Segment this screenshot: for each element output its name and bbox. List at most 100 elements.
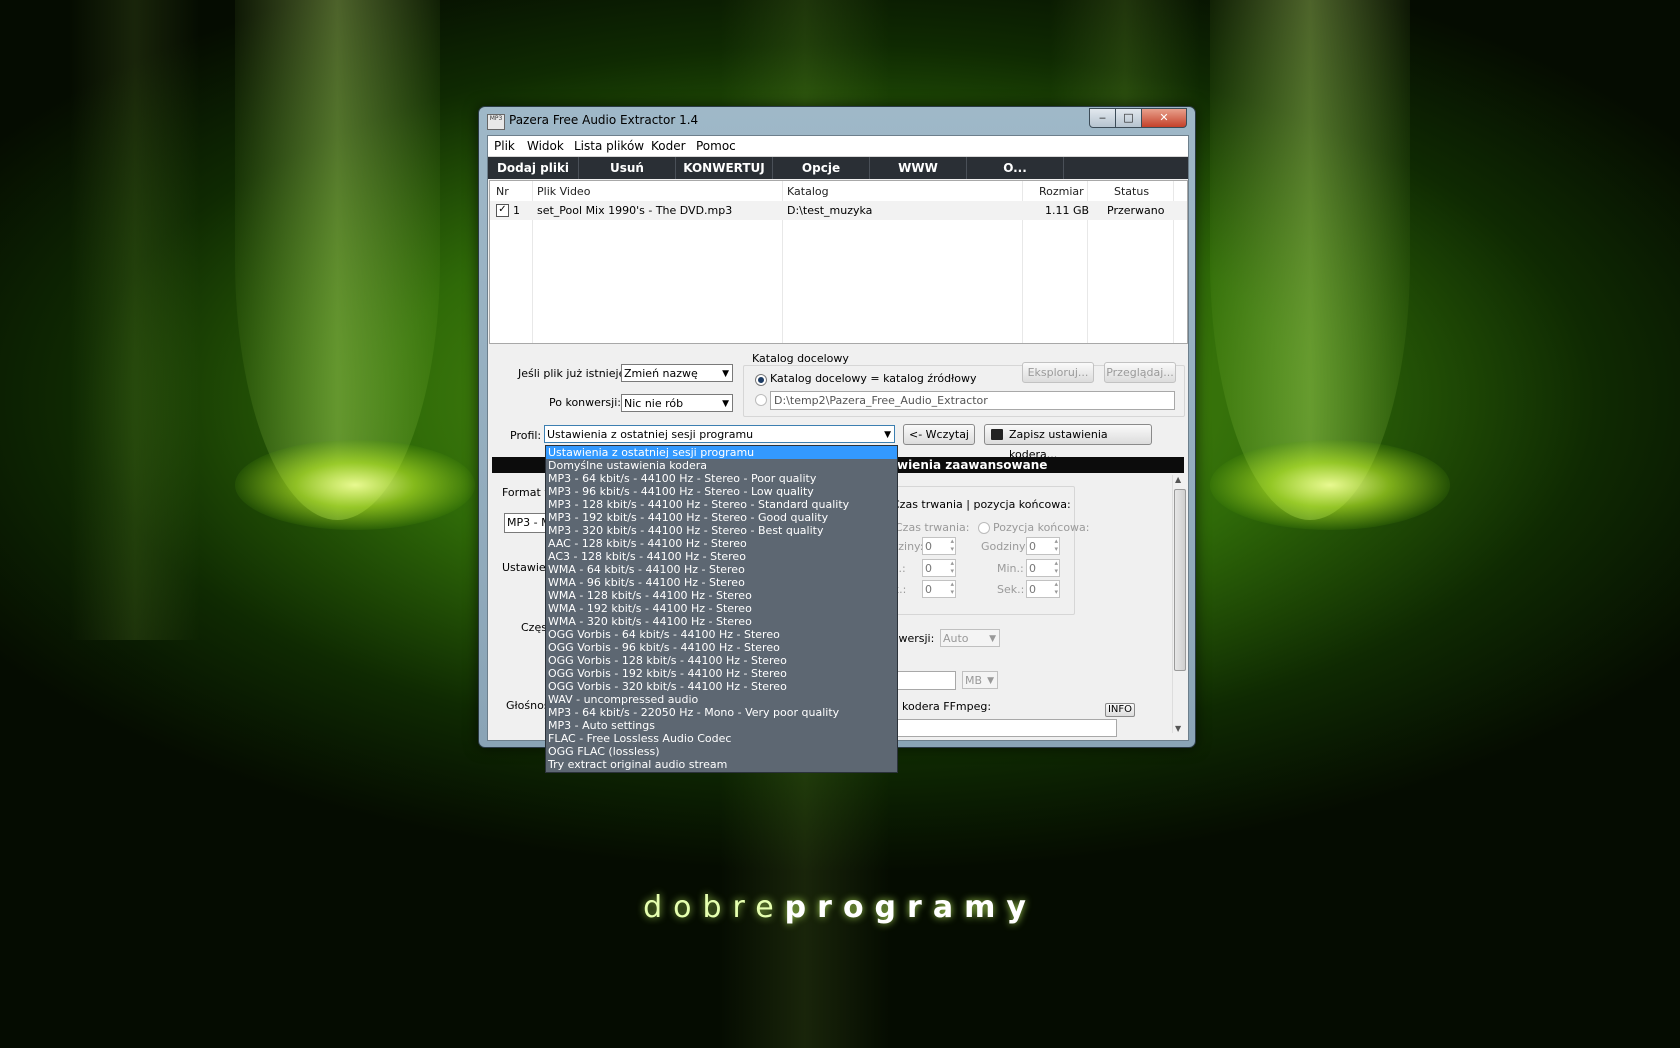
info-button[interactable]: INFO <box>1105 703 1135 717</box>
file-list[interactable]: Nr Plik Video Katalog Rozmiar Status ✓ 1… <box>489 180 1188 344</box>
list-item[interactable]: Domyślne ustawienia kodera <box>546 459 897 472</box>
chevron-down-icon: ▼ <box>722 369 729 379</box>
list-item[interactable]: MP3 - 192 kbit/s - 44100 Hz - Stereo - G… <box>546 511 897 524</box>
list-item[interactable]: WMA - 128 kbit/s - 44100 Hz - Stereo <box>546 589 897 602</box>
convert-button[interactable]: KONWERTUJ <box>676 157 773 179</box>
end-minutes-input[interactable]: 0 <box>1026 559 1060 577</box>
end-hours-input[interactable]: 0 <box>1026 537 1060 555</box>
profile-dropdown-list[interactable]: Ustawienia z ostatniej sesji programu Do… <box>545 445 898 773</box>
chevron-down-icon: ▼ <box>884 430 891 440</box>
row-status: Przerwano <box>1107 204 1165 217</box>
end-position-radio-label: Pozycja końcowa: <box>993 521 1090 534</box>
hours-label: Godziny: <box>981 540 1029 553</box>
list-item[interactable]: MP3 - 64 kbit/s - 44100 Hz - Stereo - Po… <box>546 472 897 485</box>
list-item[interactable]: MP3 - 96 kbit/s - 44100 Hz - Stereo - Lo… <box>546 485 897 498</box>
menu-pomoc[interactable]: Pomoc <box>696 139 736 153</box>
profile-select[interactable]: Ustawienia z ostatniej sesji programu ▼ <box>544 425 895 443</box>
menu-plik[interactable]: Plik <box>494 139 515 153</box>
floppy-disk-icon <box>991 429 1003 440</box>
save-encoder-settings-button[interactable]: Zapisz ustawienia kodera... <box>984 424 1152 461</box>
after-conversion-label: Po konwersji: <box>549 396 621 409</box>
conversion-select[interactable]: Auto ▼ <box>940 629 1000 647</box>
after-conversion-select[interactable]: Nic nie rób ▼ <box>621 394 733 412</box>
list-item[interactable]: MP3 - 320 kbit/s - 44100 Hz - Stereo - B… <box>546 524 897 537</box>
toolbar: Dodaj pliki Usuń KONWERTUJ Opcje WWW O..… <box>488 157 1188 179</box>
list-item[interactable]: FLAC - Free Lossless Audio Codec <box>546 732 897 745</box>
maximize-button[interactable]: □ <box>1115 108 1142 128</box>
scroll-up-icon[interactable]: ▲ <box>1175 475 1181 484</box>
list-item[interactable]: OGG Vorbis - 192 kbit/s - 44100 Hz - Ste… <box>546 667 897 680</box>
end-position-radio[interactable] <box>978 522 990 534</box>
background-glow <box>235 440 475 530</box>
file-list-header: Nr Plik Video Katalog Rozmiar Status <box>490 181 1187 202</box>
list-item[interactable]: OGG FLAC (lossless) <box>546 745 897 758</box>
frequency-label: Częs <box>521 621 547 634</box>
column-status[interactable]: Status <box>1114 185 1149 198</box>
column-nr[interactable]: Nr <box>496 185 509 198</box>
window-title: Pazera Free Audio Extractor 1.4 <box>509 113 699 127</box>
duration-minutes-input[interactable]: 0 <box>922 559 956 577</box>
add-files-button[interactable]: Dodaj pliki <box>488 157 579 179</box>
target-same-label: Katalog docelowy = katalog źródłowy <box>770 372 977 385</box>
list-item[interactable]: OGG Vorbis - 128 kbit/s - 44100 Hz - Ste… <box>546 654 897 667</box>
menu-koder[interactable]: Koder <box>651 139 686 153</box>
list-item[interactable]: OGG Vorbis - 96 kbit/s - 44100 Hz - Ster… <box>546 641 897 654</box>
duration-radio-label: Czas trwania: <box>895 521 970 534</box>
target-custom-radio[interactable] <box>755 394 767 406</box>
load-profile-button[interactable]: <- Wczytaj <box>903 424 975 445</box>
remove-button[interactable]: Usuń <box>579 157 676 179</box>
duration-hours-input[interactable]: 0 <box>922 537 956 555</box>
unit-select[interactable]: MB ▼ <box>962 671 998 689</box>
end-seconds-input[interactable]: 0 <box>1026 580 1060 598</box>
list-item[interactable]: AAC - 128 kbit/s - 44100 Hz - Stereo <box>546 537 897 550</box>
minimize-button[interactable]: ‒ <box>1089 108 1116 128</box>
list-item[interactable]: AC3 - 128 kbit/s - 44100 Hz - Stereo <box>546 550 897 563</box>
scroll-down-icon[interactable]: ▼ <box>1175 724 1181 733</box>
list-item[interactable]: OGG Vorbis - 320 kbit/s - 44100 Hz - Ste… <box>546 680 897 693</box>
settings-scrollbar[interactable]: ▲ ▼ <box>1172 475 1187 733</box>
app-icon[interactable]: MP3 <box>487 114 505 130</box>
list-item[interactable]: WMA - 96 kbit/s - 44100 Hz - Stereo <box>546 576 897 589</box>
target-directory-label: Katalog docelowy <box>750 352 851 365</box>
table-row[interactable]: ✓ 1 set_Pool Mix 1990's - The DVD.mp3 D:… <box>490 201 1187 220</box>
list-item[interactable]: WMA - 64 kbit/s - 44100 Hz - Stereo <box>546 563 897 576</box>
ffmpeg-params-input[interactable] <box>872 719 1117 737</box>
if-exists-select[interactable]: Zmień nazwę ▼ <box>621 364 733 382</box>
browse-button[interactable]: Przeglądaj... <box>1104 362 1176 383</box>
row-size: 1.11 GB <box>1045 204 1090 217</box>
target-path-input[interactable]: D:\temp2\Pazera_Free_Audio_Extractor <box>770 391 1175 410</box>
column-size[interactable]: Rozmiar <box>1039 185 1084 198</box>
row-nr: 1 <box>513 204 520 217</box>
duration-seconds-input[interactable]: 0 <box>922 580 956 598</box>
about-button[interactable]: O... <box>967 157 1064 179</box>
close-button[interactable]: ✕ <box>1141 108 1187 128</box>
list-item[interactable]: Try extract original audio stream <box>546 758 897 771</box>
column-file[interactable]: Plik Video <box>537 185 590 198</box>
background-glow <box>1210 440 1450 530</box>
target-same-radio[interactable] <box>755 374 767 386</box>
column-directory[interactable]: Katalog <box>787 185 829 198</box>
list-item[interactable]: OGG Vorbis - 64 kbit/s - 44100 Hz - Ster… <box>546 628 897 641</box>
row-checkbox[interactable]: ✓ <box>496 204 509 217</box>
chevron-down-icon: ▼ <box>722 399 729 409</box>
list-item[interactable]: MP3 - Auto settings <box>546 719 897 732</box>
advanced-settings-title: stawienia zaawansowane <box>876 458 1048 472</box>
menu-widok[interactable]: Widok <box>527 139 564 153</box>
explore-button[interactable]: Eksploruj... <box>1022 362 1094 383</box>
chevron-down-icon: ▼ <box>989 634 996 644</box>
profile-label: Profil: <box>510 429 542 442</box>
list-item[interactable]: WMA - 320 kbit/s - 44100 Hz - Stereo <box>546 615 897 628</box>
list-item[interactable]: Ustawienia z ostatniej sesji programu <box>546 446 897 459</box>
list-item[interactable]: MP3 - 128 kbit/s - 44100 Hz - Stereo - S… <box>546 498 897 511</box>
list-item[interactable]: WMA - 192 kbit/s - 44100 Hz - Stereo <box>546 602 897 615</box>
wallpaper-brand-logo: dobreprogramy <box>643 890 1037 925</box>
window-titlebar[interactable]: MP3 Pazera Free Audio Extractor 1.4 ‒ □ … <box>479 107 1195 135</box>
list-item[interactable]: WAV - uncompressed audio <box>546 693 897 706</box>
menu-lista-plikow[interactable]: Lista plików <box>574 139 644 153</box>
list-item[interactable]: MP3 - 64 kbit/s - 22050 Hz - Mono - Very… <box>546 706 897 719</box>
scroll-thumb[interactable] <box>1174 489 1186 671</box>
options-button[interactable]: Opcje <box>773 157 870 179</box>
if-exists-label: Jeśli plik już istnieje: <box>518 367 630 380</box>
www-button[interactable]: WWW <box>870 157 967 179</box>
background-light-column <box>70 0 200 640</box>
